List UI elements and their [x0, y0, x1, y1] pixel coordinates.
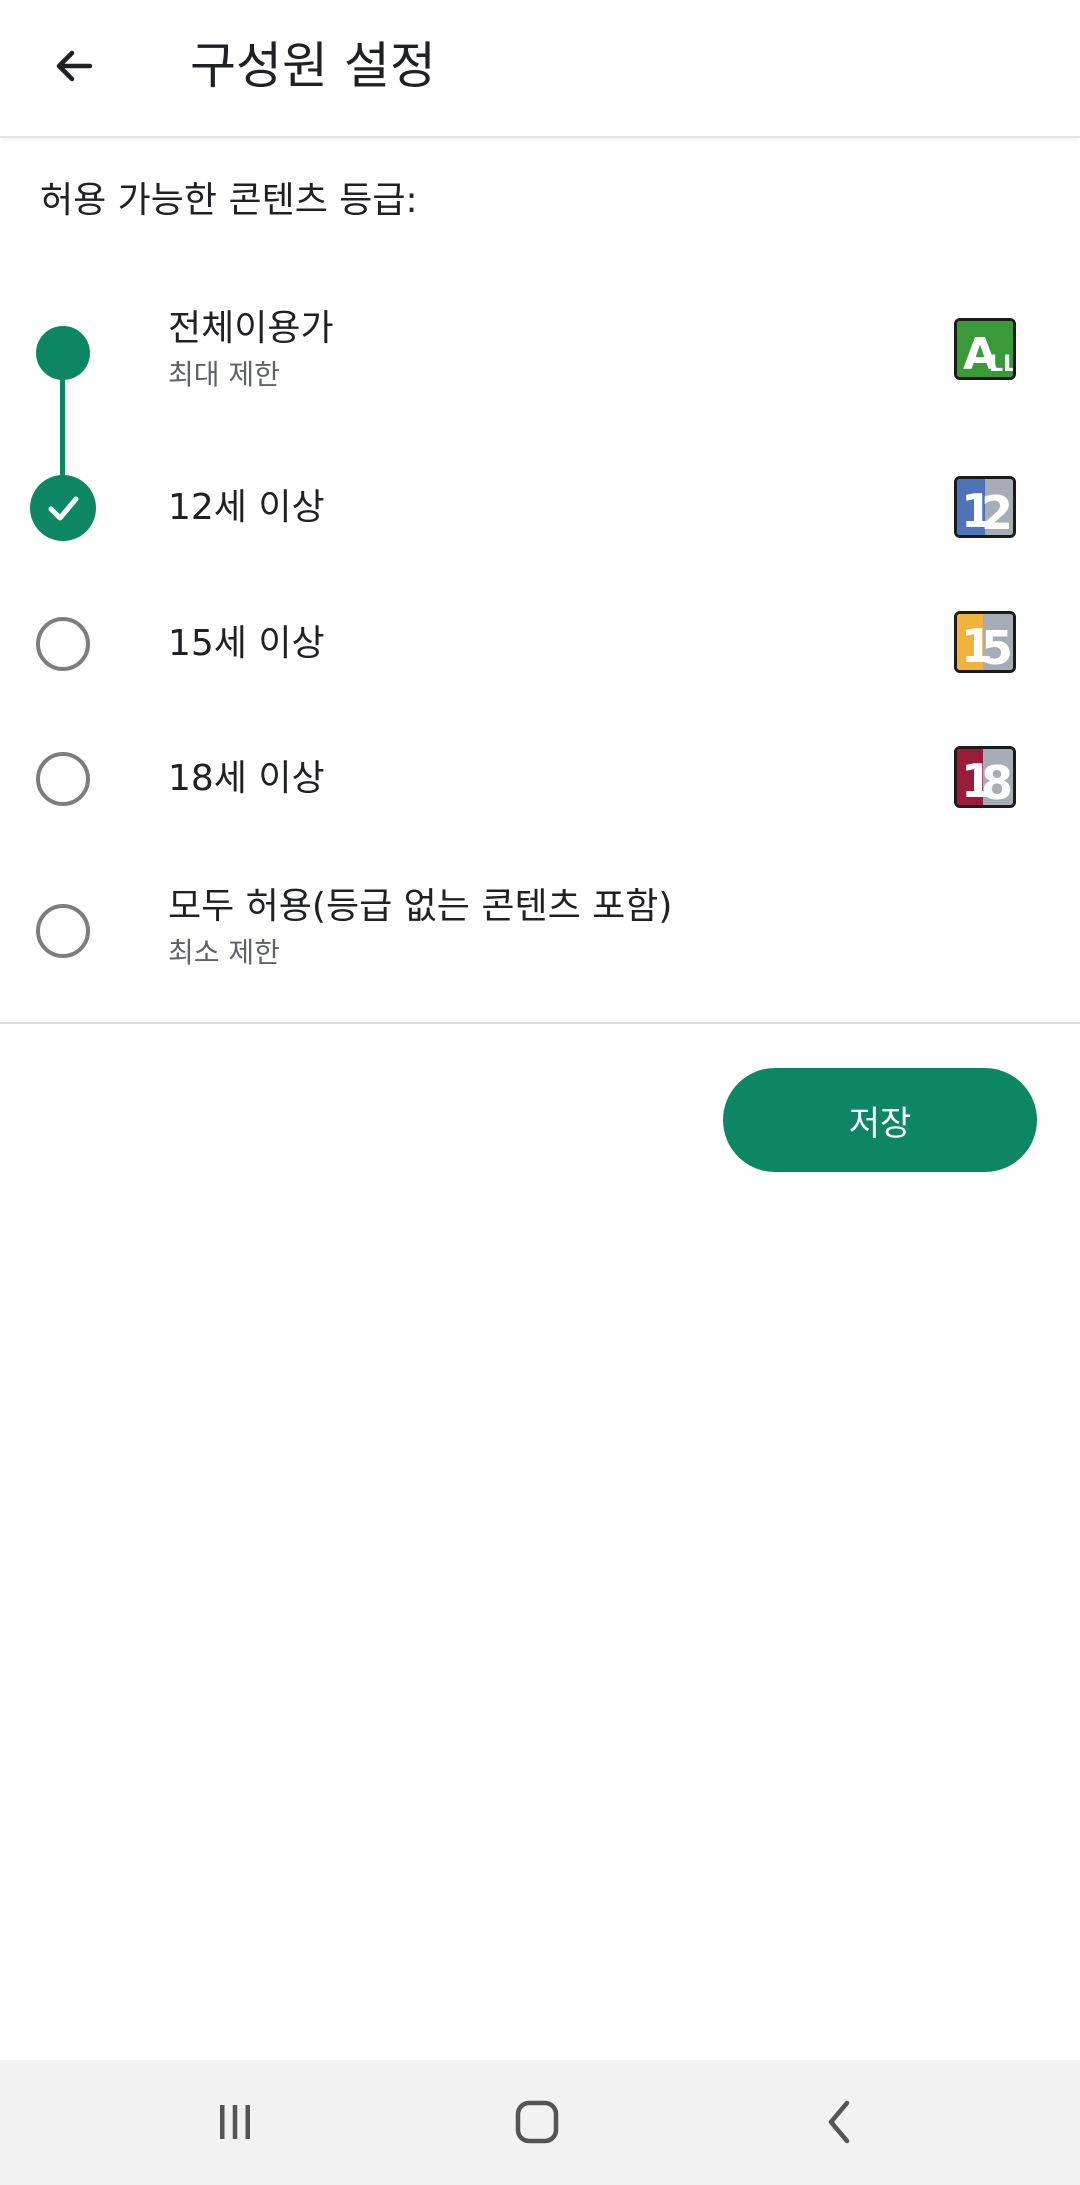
- home-button[interactable]: [497, 2082, 577, 2162]
- arrow-left-icon: [56, 50, 93, 82]
- radio-unselected[interactable]: [36, 904, 90, 958]
- svg-text:5: 5: [981, 621, 1013, 670]
- rating-option-12[interactable]: 12세 이상 1 2: [0, 448, 1080, 568]
- rating-badge-12-icon: 1 2: [954, 476, 1016, 538]
- recent-apps-icon: [220, 2105, 250, 2139]
- system-nav-bar: [0, 2060, 1080, 2185]
- home-icon: [515, 2100, 559, 2144]
- rating-option-all[interactable]: 전체이용가 최대 제한 A LL: [0, 300, 1080, 420]
- back-nav-button[interactable]: [800, 2082, 880, 2162]
- back-nav-icon: [828, 2100, 850, 2144]
- checkmark-icon: [48, 496, 79, 521]
- radio-unselected[interactable]: [36, 752, 90, 806]
- rating-option-15[interactable]: 15세 이상 1 5: [0, 590, 1080, 700]
- rating-badge-15-icon: 1 5: [954, 611, 1016, 673]
- rating-option-label: 18세 이상: [168, 758, 325, 799]
- save-button[interactable]: 저장: [723, 1068, 1037, 1172]
- back-button[interactable]: [38, 30, 110, 102]
- svg-text:8: 8: [981, 756, 1013, 805]
- svg-text:2: 2: [981, 486, 1013, 535]
- rating-option-label: 15세 이상: [168, 623, 325, 664]
- recent-apps-button[interactable]: [195, 2082, 275, 2162]
- rating-badge-18-icon: 1 8: [954, 746, 1016, 808]
- rating-option-allow-all[interactable]: 모두 허용(등급 없는 콘텐츠 포함) 최소 제한: [0, 860, 1080, 990]
- rating-badge-all-icon: A LL: [954, 318, 1016, 380]
- rating-option-label: 모두 허용(등급 없는 콘텐츠 포함): [168, 886, 673, 927]
- rating-option-label: 전체이용가: [168, 308, 334, 349]
- rating-option-sublabel: 최대 제한: [168, 358, 280, 391]
- rating-option-label: 12세 이상: [168, 487, 325, 528]
- rating-option-18[interactable]: 18세 이상 1 8: [0, 725, 1080, 835]
- radio-checked[interactable]: [30, 475, 96, 541]
- section-divider: [0, 1022, 1080, 1024]
- radio-unselected[interactable]: [36, 617, 90, 671]
- radio-selected-dot[interactable]: [36, 326, 90, 380]
- app-bar: 구성원 설정: [0, 0, 1080, 138]
- content-rating-label: 허용 가능한 콘텐츠 등급:: [40, 180, 418, 221]
- page-title: 구성원 설정: [190, 37, 436, 95]
- rating-option-sublabel: 최소 제한: [168, 936, 280, 969]
- svg-text:LL: LL: [989, 352, 1013, 377]
